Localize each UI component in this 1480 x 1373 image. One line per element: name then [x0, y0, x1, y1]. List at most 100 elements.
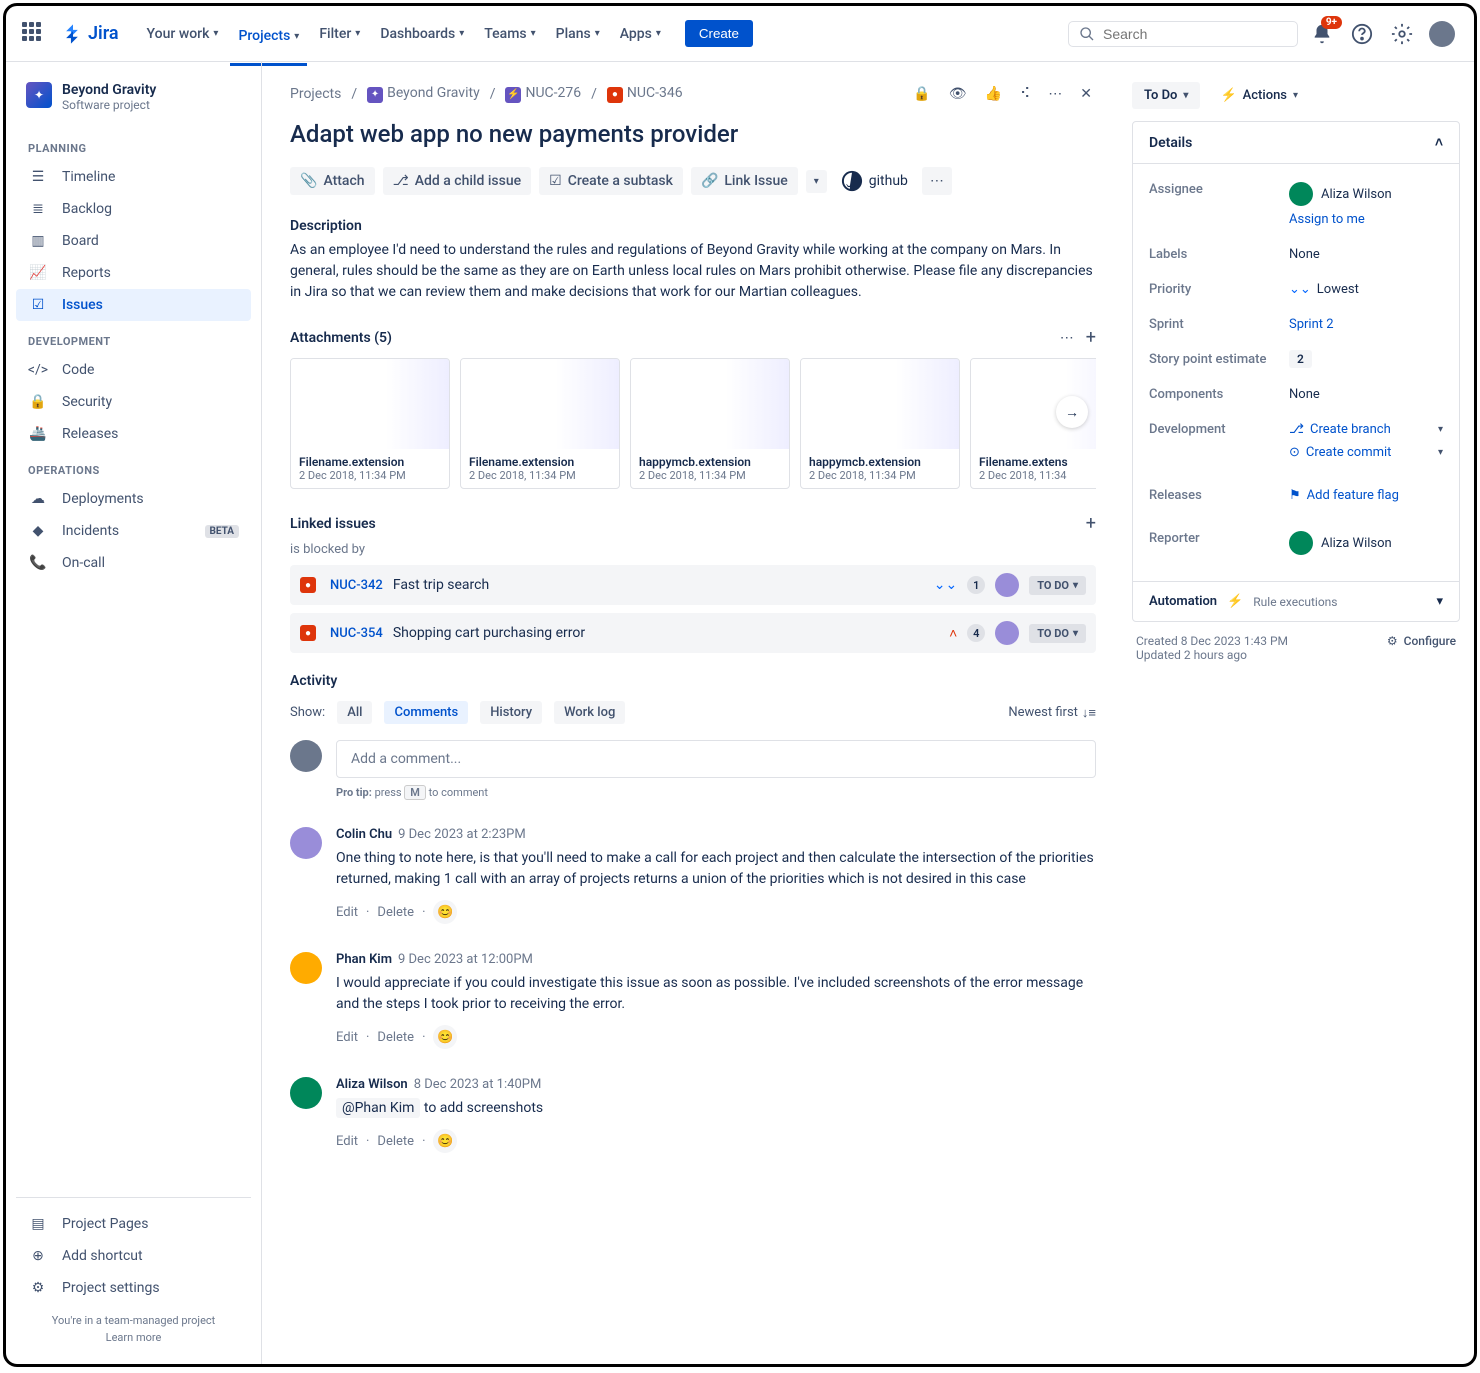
- sidebar-item-oncall[interactable]: 📞On-call: [16, 547, 251, 579]
- create-commit-link[interactable]: ⊙Create commit▾: [1289, 445, 1443, 460]
- sidebar-item-pages[interactable]: ▤Project Pages: [16, 1208, 251, 1240]
- share-button[interactable]: ⠪: [1016, 82, 1034, 106]
- assignee-value[interactable]: Aliza Wilson: [1289, 182, 1443, 206]
- notifications-button[interactable]: 9+: [1306, 18, 1338, 50]
- help-button[interactable]: [1346, 18, 1378, 50]
- more-button[interactable]: ⋯: [1044, 82, 1066, 106]
- react-button[interactable]: 😊: [433, 1025, 457, 1049]
- add-link-button[interactable]: +: [1086, 513, 1096, 534]
- github-button[interactable]: github: [835, 164, 914, 198]
- lock-button[interactable]: 🔒: [909, 82, 934, 106]
- edit-link[interactable]: Edit: [336, 1134, 358, 1149]
- nav-teams[interactable]: Teams▾: [476, 20, 543, 48]
- comment-input[interactable]: Add a comment...: [336, 740, 1096, 778]
- add-flag-link[interactable]: ⚑Add feature flag: [1289, 488, 1443, 503]
- sidebar-item-security[interactable]: 🔒Security: [16, 386, 251, 418]
- sidebar-item-shortcut[interactable]: ⊕Add shortcut: [16, 1240, 251, 1272]
- close-button[interactable]: ✕: [1076, 82, 1096, 106]
- create-subtask-button[interactable]: ☑Create a subtask: [539, 167, 683, 195]
- nav-plans[interactable]: Plans▾: [548, 20, 608, 48]
- sidebar-item-reports[interactable]: 📈Reports: [16, 257, 251, 289]
- comment-author[interactable]: Colin Chu: [336, 827, 392, 842]
- delete-link[interactable]: Delete: [377, 905, 414, 920]
- sidebar-item-board[interactable]: ▥Board: [16, 225, 251, 257]
- attachment-card[interactable]: Filename.extension2 Dec 2018, 11:34 PM: [290, 358, 450, 489]
- watch-button[interactable]: 👁: [945, 82, 971, 106]
- attachment-card[interactable]: happymcb.extension2 Dec 2018, 11:34 PM: [630, 358, 790, 489]
- sidebar-item-issues[interactable]: ☑Issues: [16, 289, 251, 321]
- linked-issue-row[interactable]: ● NUC-354 Shopping cart purchasing error…: [290, 613, 1096, 653]
- create-button[interactable]: Create: [685, 20, 753, 47]
- issue-key[interactable]: NUC-354: [330, 626, 383, 641]
- react-button[interactable]: 😊: [433, 900, 457, 924]
- more-actions-button[interactable]: ⋯: [922, 167, 952, 195]
- attach-button[interactable]: 📎Attach: [290, 167, 375, 195]
- next-attachments-button[interactable]: →: [1056, 396, 1088, 428]
- nav-apps[interactable]: Apps▾: [612, 20, 669, 48]
- issue-key[interactable]: NUC-342: [330, 578, 383, 593]
- add-child-button[interactable]: ⎇Add a child issue: [383, 167, 532, 195]
- tab-history[interactable]: History: [480, 701, 542, 724]
- attachment-card[interactable]: Filename.extension2 Dec 2018, 11:34 PM: [460, 358, 620, 489]
- bc-epic[interactable]: NUC-276: [525, 85, 581, 101]
- bc-issue[interactable]: NUC-346: [627, 85, 683, 101]
- tab-comments[interactable]: Comments: [384, 701, 468, 724]
- status-dropdown[interactable]: To Do▾: [1132, 82, 1200, 109]
- sprint-value[interactable]: Sprint 2: [1289, 317, 1443, 332]
- add-attachment-button[interactable]: +: [1086, 327, 1096, 348]
- create-branch-link[interactable]: ⎇Create branch▾: [1289, 422, 1443, 437]
- automation-row[interactable]: Automation ⚡ Rule executions ▾: [1133, 581, 1459, 621]
- labels-value[interactable]: None: [1289, 247, 1443, 262]
- sidebar-item-deployments[interactable]: ☁Deployments: [16, 483, 251, 515]
- comment-author[interactable]: Phan Kim: [336, 952, 392, 967]
- configure-button[interactable]: ⚙Configure: [1387, 634, 1456, 648]
- bc-project[interactable]: Beyond Gravity: [387, 85, 480, 101]
- details-header[interactable]: Details˄: [1133, 122, 1459, 164]
- link-dropdown[interactable]: ▾: [806, 170, 827, 193]
- nav-projects[interactable]: Projects▾: [230, 20, 307, 66]
- mention[interactable]: @Phan Kim: [336, 1098, 420, 1118]
- status-badge[interactable]: TO DO ▾: [1029, 624, 1086, 643]
- profile-button[interactable]: [1426, 18, 1458, 50]
- sp-value[interactable]: 2: [1289, 350, 1312, 368]
- sidebar-item-settings[interactable]: ⚙Project settings: [16, 1272, 251, 1304]
- vote-button[interactable]: 👍: [981, 82, 1006, 106]
- settings-button[interactable]: [1386, 18, 1418, 50]
- search-input[interactable]: [1103, 26, 1287, 42]
- edit-link[interactable]: Edit: [336, 905, 358, 920]
- attachment-card[interactable]: happymcb.extension2 Dec 2018, 11:34 PM: [800, 358, 960, 489]
- nav-filter[interactable]: Filter▾: [311, 20, 368, 48]
- edit-link[interactable]: Edit: [336, 1030, 358, 1045]
- sort-button[interactable]: Newest first↓≡: [1008, 705, 1096, 721]
- sidebar-item-timeline[interactable]: ☰Timeline: [16, 161, 251, 193]
- app-switcher-icon[interactable]: [22, 22, 46, 46]
- bc-projects[interactable]: Projects: [290, 86, 341, 102]
- priority-value[interactable]: ⌄⌄Lowest: [1289, 282, 1443, 297]
- comment-author[interactable]: Aliza Wilson: [336, 1077, 408, 1092]
- sidebar-item-incidents[interactable]: ◆IncidentsBETA: [16, 515, 251, 547]
- components-value[interactable]: None: [1289, 387, 1443, 402]
- react-button[interactable]: 😊: [433, 1129, 457, 1153]
- sidebar-item-releases[interactable]: 🚢Releases: [16, 418, 251, 450]
- search-box[interactable]: [1068, 21, 1298, 47]
- delete-link[interactable]: Delete: [377, 1134, 414, 1149]
- link-issue-button[interactable]: 🔗Link Issue: [691, 167, 798, 195]
- learn-more-link[interactable]: Learn more: [26, 1331, 241, 1344]
- sidebar-item-backlog[interactable]: ≣Backlog: [16, 193, 251, 225]
- description-text[interactable]: As an employee I'd need to understand th…: [290, 240, 1096, 303]
- delete-link[interactable]: Delete: [377, 1030, 414, 1045]
- attachments-more[interactable]: ⋯: [1060, 330, 1074, 346]
- nav-dashboards[interactable]: Dashboards▾: [372, 20, 472, 48]
- tab-all[interactable]: All: [337, 701, 372, 724]
- issue-title[interactable]: Adapt web app no new payments provider: [290, 120, 1096, 148]
- linked-issue-row[interactable]: ● NUC-342 Fast trip search ⌄⌄ 1 TO DO ▾: [290, 565, 1096, 605]
- sidebar-item-code[interactable]: </>Code: [16, 354, 251, 386]
- status-badge[interactable]: TO DO ▾: [1029, 576, 1086, 595]
- nav-your-work[interactable]: Your work▾: [139, 20, 227, 48]
- project-header[interactable]: ✦ Beyond Gravity Software project: [16, 82, 251, 128]
- tab-worklog[interactable]: Work log: [554, 701, 625, 724]
- actions-dropdown[interactable]: ⚡Actions▾: [1210, 82, 1308, 109]
- reporter-value[interactable]: Aliza Wilson: [1289, 531, 1443, 555]
- jira-logo[interactable]: Jira: [62, 23, 119, 45]
- assign-to-me-link[interactable]: Assign to me: [1289, 212, 1443, 227]
